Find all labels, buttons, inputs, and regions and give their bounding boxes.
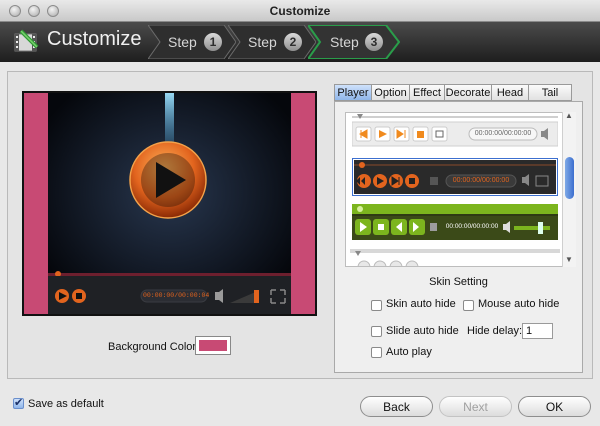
skin-list-scrollbar[interactable]: ▲ ▼ <box>562 111 576 267</box>
skin-item-1[interactable]: 00:00:00/00:00:00 <box>352 113 558 147</box>
skin-item-3[interactable]: 00:00:00/00:00:00 <box>352 204 558 240</box>
tab-decorate[interactable]: Decorate <box>444 84 491 101</box>
checkmark-icon: ✔ <box>14 397 24 409</box>
mouse-auto-hide-label: Mouse auto hide <box>478 298 560 310</box>
hide-delay-label: Hide delay: <box>467 325 523 337</box>
hide-delay-input[interactable]: 1 <box>522 323 553 339</box>
step-3-number: 3 <box>365 33 383 51</box>
color-swatch <box>199 340 227 351</box>
window-titlebar: Customize <box>0 0 600 22</box>
skin-item-4[interactable] <box>350 249 560 267</box>
step-3[interactable]: Step 3 <box>308 25 400 59</box>
skin-auto-hide-checkbox[interactable] <box>371 300 382 311</box>
window-title: Customize <box>269 4 331 18</box>
film-edit-icon <box>14 29 39 52</box>
step-2[interactable]: Step 2 <box>228 25 316 59</box>
tab-head[interactable]: Head <box>491 84 528 101</box>
skin-setting-title: Skin Setting <box>429 276 488 288</box>
step-2-label: Step <box>248 34 277 50</box>
next-button[interactable]: Next <box>439 396 512 417</box>
tab-option[interactable]: Option <box>371 84 409 101</box>
skin-list[interactable]: 00:00:00/00:00:00 00:00:00/00:00:00 00:0… <box>345 112 575 267</box>
auto-play-label: Auto play <box>386 346 432 358</box>
scroll-down-arrow-icon[interactable]: ▼ <box>565 255 573 264</box>
scrollbar-thumb[interactable] <box>565 157 574 199</box>
header-title: Customize <box>47 28 142 50</box>
player-preview: 00:00:00/00:00:04 <box>22 91 317 316</box>
preview-play-button[interactable] <box>55 289 69 303</box>
skin-2-time: 00:00:00/00:00:00 <box>452 177 510 184</box>
preview-time: 00:00:00/00:00:04 <box>143 292 210 299</box>
step-3-label: Step <box>330 34 359 50</box>
step-2-number: 2 <box>284 33 302 51</box>
skin-auto-hide-label: Skin auto hide <box>386 298 456 310</box>
background-color-label: Background Color: <box>108 341 200 353</box>
back-button[interactable]: Back <box>360 396 433 417</box>
preview-fullscreen-button[interactable] <box>270 289 286 304</box>
background-color-picker[interactable] <box>195 336 231 355</box>
mouse-auto-hide-checkbox[interactable] <box>463 300 474 311</box>
scroll-up-arrow-icon[interactable]: ▲ <box>565 111 573 120</box>
skin-item-2[interactable]: 00:00:00/00:00:00 <box>352 158 558 196</box>
step-1-label: Step <box>168 34 197 50</box>
step-1[interactable]: Step 1 <box>148 25 236 59</box>
tab-effect[interactable]: Effect <box>409 84 444 101</box>
save-default-label: Save as default <box>28 398 104 410</box>
ok-button[interactable]: OK <box>518 396 591 417</box>
tab-tail[interactable]: Tail <box>528 84 572 101</box>
skin-3-time: 00:00:00/00:00:00 <box>445 223 499 230</box>
slide-auto-hide-label: Slide auto hide <box>386 325 459 337</box>
skin-1-time: 00:00:00/00:00:00 <box>474 130 532 137</box>
save-default-checkbox[interactable]: ✔ <box>13 397 24 409</box>
auto-play-checkbox[interactable] <box>371 347 382 358</box>
preview-stop-button[interactable] <box>72 289 86 303</box>
slide-auto-hide-checkbox[interactable] <box>371 326 382 337</box>
tab-player[interactable]: Player <box>334 84 371 101</box>
wizard-header: Customize Step 1 Step 2 Step 3 <box>0 22 600 62</box>
step-1-number: 1 <box>204 33 222 51</box>
